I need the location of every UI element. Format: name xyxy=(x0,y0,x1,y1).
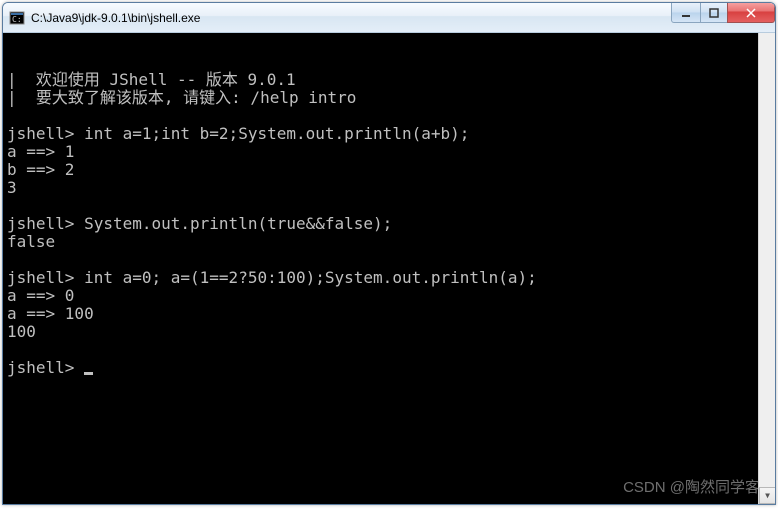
console-line: b ==> 2 xyxy=(7,161,771,179)
minimize-button[interactable] xyxy=(671,3,701,23)
console-line: jshell> xyxy=(7,359,771,377)
console-line: false xyxy=(7,233,771,251)
console-area[interactable]: | 欢迎使用 JShell -- 版本 9.0.1| 要大致了解该版本, 请键入… xyxy=(3,33,775,504)
console-line: a ==> 1 xyxy=(7,143,771,161)
close-icon xyxy=(746,8,756,18)
console-window: C: C:\Java9\jdk-9.0.1\bin\jshell.exe xyxy=(2,2,776,505)
console-line: a ==> 100 xyxy=(7,305,771,323)
window-controls xyxy=(672,3,775,23)
scroll-track[interactable] xyxy=(759,50,775,487)
close-button[interactable] xyxy=(727,3,775,23)
maximize-button[interactable] xyxy=(700,3,728,23)
svg-text:C:: C: xyxy=(12,15,22,24)
console-line xyxy=(7,107,771,125)
console-line: jshell> int a=0; a=(1==2?50:100);System.… xyxy=(7,269,771,287)
console-line: | 要大致了解该版本, 请键入: /help intro xyxy=(7,89,771,107)
console-line: jshell> System.out.println(true&&false); xyxy=(7,215,771,233)
maximize-icon xyxy=(709,8,719,18)
console-line: 3 xyxy=(7,179,771,197)
vertical-scrollbar[interactable]: ▲ ▼ xyxy=(758,33,775,504)
window-title: C:\Java9\jdk-9.0.1\bin\jshell.exe xyxy=(31,11,200,25)
console-line: | 欢迎使用 JShell -- 版本 9.0.1 xyxy=(7,71,771,89)
console-line xyxy=(7,251,771,269)
console-line: a ==> 0 xyxy=(7,287,771,305)
titlebar[interactable]: C: C:\Java9\jdk-9.0.1\bin\jshell.exe xyxy=(3,3,775,33)
minimize-icon xyxy=(681,8,691,18)
console-line xyxy=(7,341,771,359)
console-line: 100 xyxy=(7,323,771,341)
cursor xyxy=(84,372,93,375)
app-icon: C: xyxy=(9,10,25,26)
console-line xyxy=(7,197,771,215)
scroll-down-button[interactable]: ▼ xyxy=(759,487,775,504)
console-line: jshell> int a=1;int b=2;System.out.print… xyxy=(7,125,771,143)
